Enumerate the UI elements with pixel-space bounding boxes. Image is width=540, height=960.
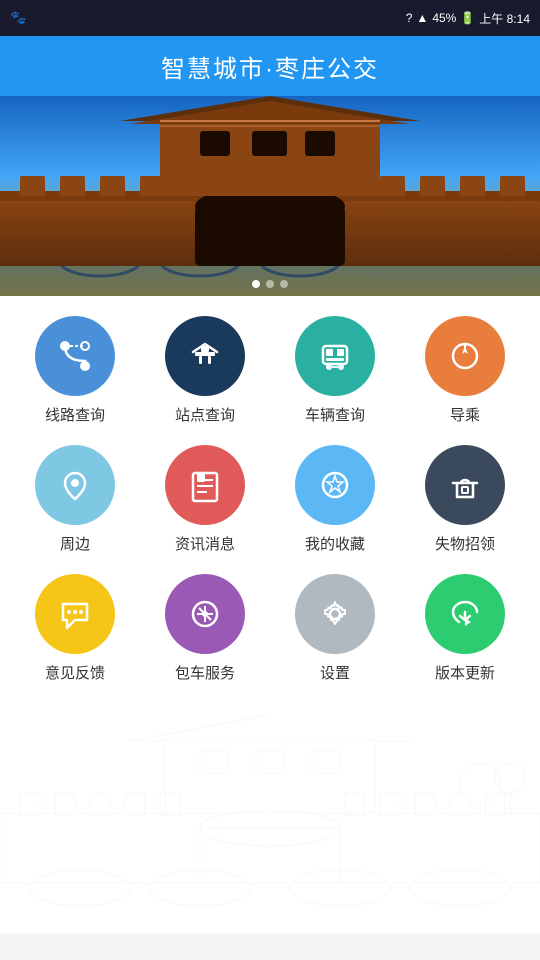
station-query-icon [165, 316, 245, 396]
menu-grid: 线路查询 站点查询 [0, 296, 540, 713]
nearby-icon [35, 445, 115, 525]
menu-row-1: 线路查询 站点查询 [10, 316, 530, 425]
menu-item-update[interactable]: 版本更新 [410, 574, 520, 683]
status-bar: 🐾 ? ▲ 45% 🔋 上午 8:14 [0, 0, 540, 36]
menu-row-2: 周边 资讯消息 我的收藏 [10, 445, 530, 554]
lost-found-icon [425, 445, 505, 525]
app-icon: 🐾 [10, 10, 26, 26]
feedback-label: 意见反馈 [45, 662, 105, 683]
menu-item-charter[interactable]: 包车服务 [150, 574, 260, 683]
menu-item-route-query[interactable]: 线路查询 [20, 316, 130, 425]
banner-dot-2[interactable] [266, 280, 274, 288]
favorites-label: 我的收藏 [305, 533, 365, 554]
charter-icon [165, 574, 245, 654]
menu-row-3: 意见反馈 包车服务 设置 [10, 574, 530, 683]
battery-icon: 🔋 [460, 11, 475, 25]
battery-text: 45% [432, 11, 456, 25]
app-title: 智慧城市·枣庄公交 [161, 49, 379, 84]
banner-dot-1[interactable] [252, 280, 260, 288]
route-query-label: 线路查询 [45, 404, 105, 425]
menu-item-lost-found[interactable]: 失物招领 [410, 445, 520, 554]
menu-item-favorites[interactable]: 我的收藏 [280, 445, 390, 554]
news-label: 资讯消息 [175, 533, 235, 554]
update-label: 版本更新 [435, 662, 495, 683]
question-icon: ? [406, 11, 413, 25]
menu-item-feedback[interactable]: 意见反馈 [20, 574, 130, 683]
settings-icon [295, 574, 375, 654]
lost-found-label: 失物招领 [435, 533, 495, 554]
menu-item-vehicle-query[interactable]: 车辆查询 [280, 316, 390, 425]
menu-item-station-query[interactable]: 站点查询 [150, 316, 260, 425]
menu-item-nearby[interactable]: 周边 [20, 445, 130, 554]
favorites-icon [295, 445, 375, 525]
watermark-area [0, 713, 540, 933]
nearby-label: 周边 [60, 533, 90, 554]
vehicle-query-icon [295, 316, 375, 396]
charter-label: 包车服务 [175, 662, 235, 683]
menu-item-settings[interactable]: 设置 [280, 574, 390, 683]
guide-icon [425, 316, 505, 396]
signal-icon: ▲ [416, 11, 428, 25]
settings-label: 设置 [320, 662, 350, 683]
feedback-icon [35, 574, 115, 654]
station-query-label: 站点查询 [175, 404, 235, 425]
app-header: 智慧城市·枣庄公交 [0, 36, 540, 96]
menu-item-news[interactable]: 资讯消息 [150, 445, 260, 554]
time-text: 上午 8:14 [479, 10, 530, 27]
banner-dot-3[interactable] [280, 280, 288, 288]
guide-label: 导乘 [450, 404, 480, 425]
menu-item-guide[interactable]: 导乘 [410, 316, 520, 425]
news-icon [165, 445, 245, 525]
route-query-icon [35, 316, 115, 396]
update-icon [425, 574, 505, 654]
vehicle-query-label: 车辆查询 [305, 404, 365, 425]
hero-banner[interactable] [0, 96, 540, 296]
banner-dots [252, 280, 288, 288]
